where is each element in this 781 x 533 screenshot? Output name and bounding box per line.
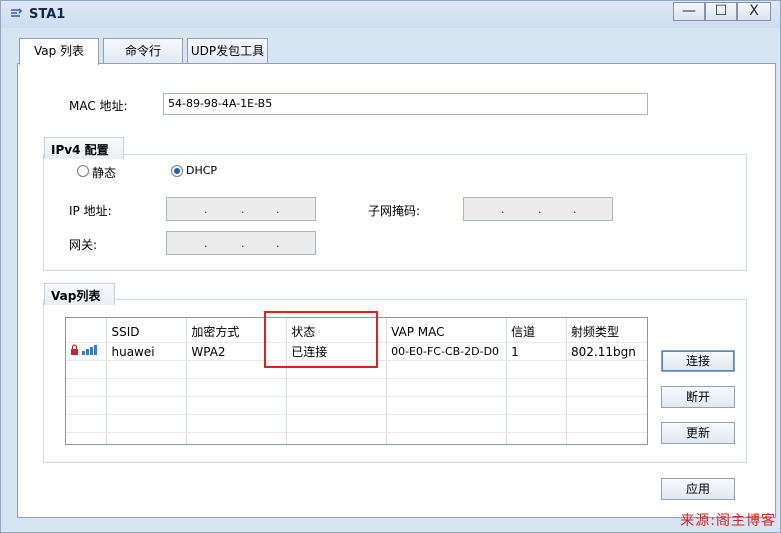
apply-button[interactable]: 应用 — [661, 478, 735, 500]
vap-group-title: Vap列表 — [44, 283, 116, 305]
static-label: 静态 — [92, 166, 117, 180]
signal-cell — [66, 342, 108, 361]
table-row — [66, 432, 647, 444]
tab-command-line[interactable]: 命令行 — [103, 38, 183, 63]
table-row — [66, 396, 647, 415]
gateway-label: 网关: — [69, 238, 98, 252]
vap-mac-cell: 00-E0-FC-CB-2D-D0 — [386, 342, 508, 361]
ip-dot: . — [241, 203, 245, 216]
window-title: STA1 — [29, 7, 66, 22]
mask-dot: . — [573, 203, 577, 216]
ip-dot: . — [276, 203, 280, 216]
refresh-button[interactable]: 更新 — [661, 422, 735, 444]
disconnect-button[interactable]: 断开 — [661, 386, 735, 408]
gateway-dot: . — [204, 237, 208, 250]
gateway-dot: . — [241, 237, 245, 250]
ip-dot: . — [204, 203, 208, 216]
radio-type-cell: 802.11bgn — [566, 342, 647, 361]
gateway-field[interactable]: . . . — [166, 231, 316, 255]
col-header-ssid: SSID — [106, 318, 188, 343]
mask-label: 子网掩码: — [368, 204, 421, 218]
watermark: 来源:阁主博客 — [680, 513, 776, 529]
mask-dot: . — [501, 203, 505, 216]
static-radio[interactable] — [77, 165, 89, 177]
ipv4-group-title: IPv4 配置 — [44, 137, 124, 159]
mask-dot: . — [538, 203, 542, 216]
ip-address-field[interactable]: . . . — [166, 197, 316, 221]
mac-label: MAC 地址: — [69, 99, 128, 113]
mac-address-field[interactable]: 54-89-98-4A-1E-B5 — [163, 93, 648, 115]
minimize-button[interactable]: — — [673, 2, 705, 21]
dhcp-label: DHCP — [186, 164, 218, 177]
col-header-radio: 射频类型 — [566, 318, 647, 343]
col-header-channel: 信道 — [506, 318, 567, 343]
maximize-button[interactable]: ☐ — [705, 2, 737, 21]
tab-vap-list[interactable]: Vap 列表 — [19, 38, 99, 65]
status-highlight-box — [264, 311, 378, 368]
gateway-dot: . — [276, 237, 280, 250]
title-bar[interactable]: STA1 — ☐ X — [1, 1, 780, 28]
col-header-vap-mac: VAP MAC — [386, 318, 508, 343]
sta1-window: STA1 — ☐ X Vap 列表 命令行 UDP发包工具 MAC 地址: 54… — [0, 0, 781, 533]
close-button[interactable]: X — [737, 2, 771, 21]
subnet-mask-field[interactable]: . . . — [463, 197, 613, 221]
channel-cell: 1 — [506, 342, 567, 361]
app-icon — [11, 8, 23, 17]
table-row — [66, 378, 647, 397]
ssid-cell: huawei — [106, 342, 188, 361]
connect-button[interactable]: 连接 — [661, 350, 735, 372]
tab-udp-tool[interactable]: UDP发包工具 — [187, 38, 268, 63]
col-header-icon — [66, 318, 108, 343]
lock-signal-icon — [71, 344, 97, 355]
ip-label: IP 地址: — [69, 204, 112, 218]
table-row — [66, 414, 647, 433]
dhcp-radio[interactable] — [171, 165, 183, 177]
